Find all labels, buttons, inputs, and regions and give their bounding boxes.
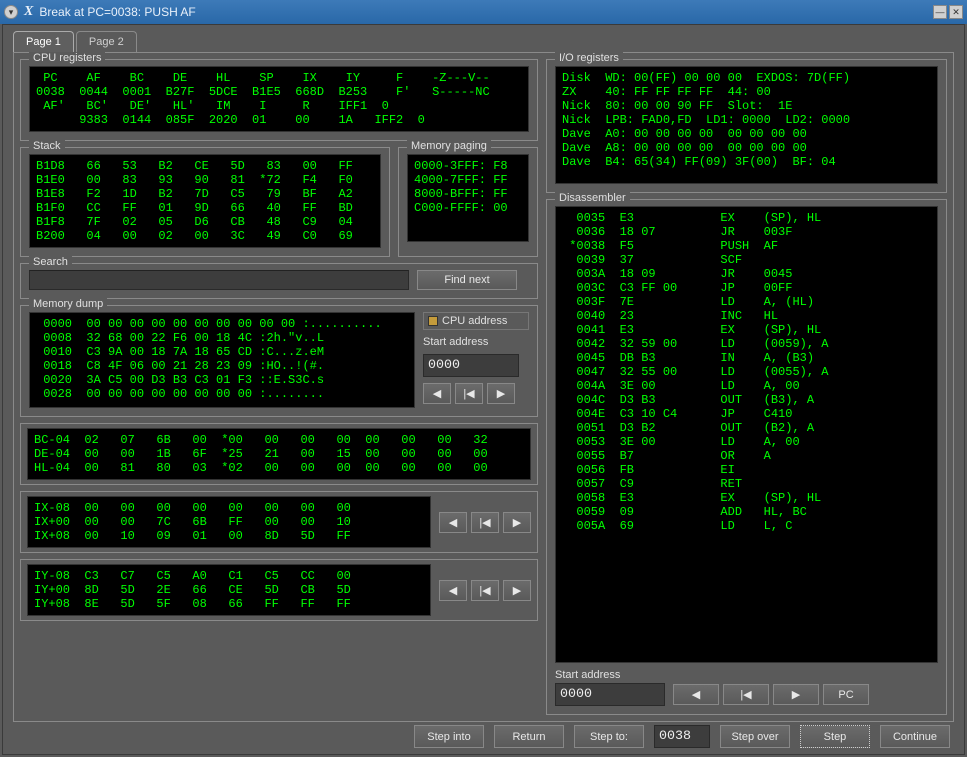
step-over-button[interactable]: Step over xyxy=(720,725,790,748)
disasm-next-button[interactable]: ▶ xyxy=(773,684,819,705)
stack-legend: Stack xyxy=(29,140,65,152)
search-legend: Search xyxy=(29,256,72,268)
page-content: CPU registers PC AF BC DE HL SP IX IY F … xyxy=(13,52,954,722)
step-to-button[interactable]: Step to: xyxy=(574,725,644,748)
iy-first-button[interactable]: |◀ xyxy=(471,580,499,601)
window-title: Break at PC=0038: PUSH AF xyxy=(39,5,195,19)
memory-paging-text: 0000-3FFF: F8 4000-7FFF: FF 8000-BFFF: F… xyxy=(407,154,529,242)
disassembler-text: 0035 E3 EX (SP), HL 0036 18 07 JR 003F *… xyxy=(555,206,938,663)
disasm-pc-button[interactable]: PC xyxy=(823,684,869,705)
iy-prev-button[interactable]: ◀ xyxy=(439,580,467,601)
x-icon: X xyxy=(24,4,33,20)
regmem-iy-group: IY-08 C3 C7 C5 A0 C1 C5 CC 00 IY+00 8D 5… xyxy=(20,559,538,621)
disassembler-legend: Disassembler xyxy=(555,192,630,204)
ix-prev-button[interactable]: ◀ xyxy=(439,512,467,533)
regmem1-text: BC-04 02 07 6B 00 *00 00 00 00 00 00 00 … xyxy=(27,428,531,480)
stack-group: Stack B1D8 66 53 B2 CE 5D 83 00 FF B1E0 … xyxy=(20,147,390,257)
return-button[interactable]: Return xyxy=(494,725,564,748)
regmem3-text: IY-08 C3 C7 C5 A0 C1 C5 CC 00 IY+00 8D 5… xyxy=(27,564,431,616)
tab-page-2[interactable]: Page 2 xyxy=(76,31,137,52)
search-group: Search Find next xyxy=(20,263,538,299)
memdump-prev-button[interactable]: ◀ xyxy=(423,383,451,404)
close-button[interactable]: ✕ xyxy=(949,5,963,19)
memdump-first-button[interactable]: |◀ xyxy=(455,383,483,404)
memory-dump-text: 0000 00 00 00 00 00 00 00 00 00 00 :....… xyxy=(29,312,415,408)
app-window: Page 1 Page 2 CPU registers PC AF BC DE … xyxy=(2,24,965,755)
memory-paging-group: Memory paging 0000-3FFF: F8 4000-7FFF: F… xyxy=(398,147,538,257)
disasm-start-addr-input[interactable] xyxy=(555,683,665,706)
disassembler-group: Disassembler 0035 E3 EX (SP), HL 0036 18… xyxy=(546,199,947,715)
memdump-start-addr-input[interactable] xyxy=(423,354,519,377)
regmem2-text: IX-08 00 00 00 00 00 00 00 00 IX+00 00 0… xyxy=(27,496,431,548)
io-registers-text: Disk WD: 00(FF) 00 00 00 EXDOS: 7D(FF) Z… xyxy=(555,66,938,184)
stack-text: B1D8 66 53 B2 CE 5D 83 00 FF B1E0 00 83 … xyxy=(29,154,381,248)
cpu-address-label: CPU address xyxy=(442,315,507,327)
step-into-button[interactable]: Step into xyxy=(414,725,484,748)
memory-dump-group: Memory dump 0000 00 00 00 00 00 00 00 00… xyxy=(20,305,538,417)
ix-first-button[interactable]: |◀ xyxy=(471,512,499,533)
step-button[interactable]: Step xyxy=(800,725,870,748)
ix-next-button[interactable]: ▶ xyxy=(503,512,531,533)
memdump-start-addr-label: Start address xyxy=(423,336,529,348)
tabbar: Page 1 Page 2 xyxy=(13,31,964,52)
disasm-first-button[interactable]: |◀ xyxy=(723,684,769,705)
disasm-start-addr-label: Start address xyxy=(555,669,665,681)
regmem-ix-group: IX-08 00 00 00 00 00 00 00 00 IX+00 00 0… xyxy=(20,491,538,553)
io-registers-group: I/O registers Disk WD: 00(FF) 00 00 00 E… xyxy=(546,59,947,193)
cpu-registers-group: CPU registers PC AF BC DE HL SP IX IY F … xyxy=(20,59,538,141)
memory-dump-legend: Memory dump xyxy=(29,298,107,310)
cpu-address-toggle[interactable]: CPU address xyxy=(423,312,529,330)
continue-button[interactable]: Continue xyxy=(880,725,950,748)
step-to-input[interactable] xyxy=(654,725,710,748)
disasm-prev-button[interactable]: ◀ xyxy=(673,684,719,705)
find-next-button[interactable]: Find next xyxy=(417,270,517,290)
iy-next-button[interactable]: ▶ xyxy=(503,580,531,601)
titlebar: ▾ X Break at PC=0038: PUSH AF — ✕ xyxy=(0,0,967,24)
bottom-toolbar: Step into Return Step to: Step over Step… xyxy=(3,725,964,748)
regmem-bc-de-hl-group: BC-04 02 07 6B 00 *00 00 00 00 00 00 00 … xyxy=(20,423,538,485)
indicator-icon xyxy=(428,316,438,326)
cpu-registers-legend: CPU registers xyxy=(29,52,105,64)
window-menu-icon[interactable]: ▾ xyxy=(4,5,18,19)
search-input[interactable] xyxy=(29,270,409,290)
memdump-next-button[interactable]: ▶ xyxy=(487,383,515,404)
tab-page-1[interactable]: Page 1 xyxy=(13,31,74,52)
minimize-button[interactable]: — xyxy=(933,5,947,19)
memory-paging-legend: Memory paging xyxy=(407,140,491,152)
io-registers-legend: I/O registers xyxy=(555,52,623,64)
cpu-registers-text: PC AF BC DE HL SP IX IY F -Z---V-- 0038 … xyxy=(29,66,529,132)
